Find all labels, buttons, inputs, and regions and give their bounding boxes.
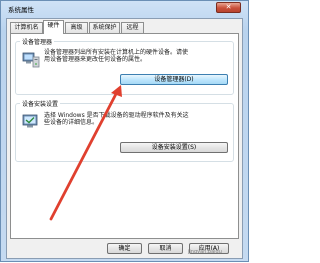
cancel-button[interactable]: 取消 bbox=[148, 243, 183, 254]
device-manager-description-line1: 设备管理器列出所有安装在计算机上的硬件设备。请使 bbox=[44, 49, 189, 56]
tab-system-protection[interactable]: 系统保护 bbox=[89, 22, 120, 33]
device-install-settings-legend: 设备安装设置 bbox=[20, 99, 61, 108]
hardware-tab-panel: 设备管理器 设备管理器列出所有安装在计算机上的硬件设备。请使 用设备管理器来更改… bbox=[10, 33, 239, 239]
device-install-description-line2: 些设备的详细信息。 bbox=[44, 119, 99, 126]
device-install-description-line1: 选择 Windows 是否下载设备的驱动程序软件及有关这 bbox=[44, 112, 189, 119]
ok-button[interactable]: 确定 bbox=[107, 243, 142, 254]
system-properties-window: 系统属性 ✕ 计算机名 硬件 高级 系统保护 远程 设备管理器 设备管理器列出所… bbox=[0, 0, 249, 262]
device-manager-legend: 设备管理器 bbox=[20, 37, 55, 46]
tab-advanced[interactable]: 高级 bbox=[65, 22, 88, 33]
device-manager-button[interactable]: 设备管理器(D) bbox=[120, 74, 228, 85]
watermark: jingyan.baidu bbox=[188, 249, 222, 255]
device-install-settings-button[interactable]: 设备安装设置(S) bbox=[120, 142, 228, 153]
title-bar[interactable]: 系统属性 ✕ bbox=[1, 1, 248, 15]
close-button[interactable]: ✕ bbox=[216, 2, 241, 13]
device-manager-group: 设备管理器 设备管理器列出所有安装在计算机上的硬件设备。请使 用设备管理器来更改… bbox=[15, 37, 234, 95]
window-title: 系统属性 bbox=[8, 6, 34, 14]
tab-remote[interactable]: 远程 bbox=[121, 22, 144, 33]
device-install-icon bbox=[22, 114, 38, 128]
tab-computer-name[interactable]: 计算机名 bbox=[10, 22, 43, 33]
device-manager-icon bbox=[22, 52, 40, 68]
device-manager-description-line2: 用设备管理器来更改任何设备的属性。 bbox=[44, 56, 147, 63]
tab-hardware[interactable]: 硬件 bbox=[43, 20, 64, 34]
dialog-client-area: 计算机名 硬件 高级 系统保护 远程 设备管理器 设备管理器列出所有安装在计算机… bbox=[6, 18, 243, 259]
device-install-settings-group: 设备安装设置 选择 Windows 是否下载设备的驱动程序软件及有关这 些设备的… bbox=[15, 99, 234, 162]
